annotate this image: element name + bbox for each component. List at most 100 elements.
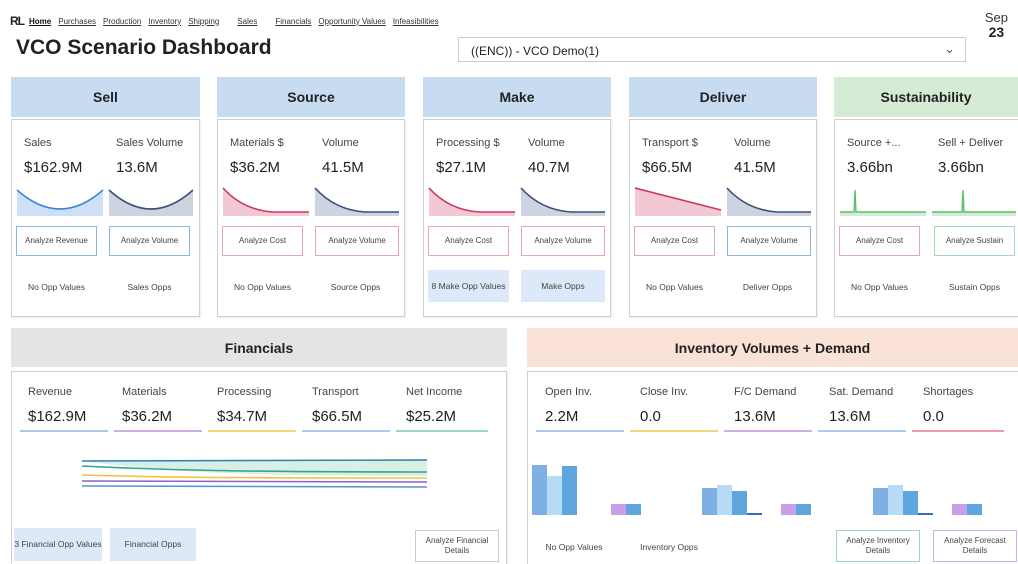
fin-revenue-value: $162.9M bbox=[28, 408, 87, 425]
date-month: Sep bbox=[984, 10, 1008, 25]
sales-label: Sales bbox=[24, 137, 52, 149]
analyze-volume-button[interactable]: Analyze Volume bbox=[727, 226, 811, 256]
make-volume-label: Volume bbox=[528, 137, 565, 149]
inventory-header: Inventory Volumes + Demand bbox=[527, 328, 1018, 367]
sustain-opp-values[interactable]: No Opp Values bbox=[839, 272, 920, 302]
nav-infeasibilities[interactable]: Infeasibilities bbox=[393, 17, 439, 26]
source-opp-values[interactable]: No Opp Values bbox=[222, 272, 303, 302]
sales-opps-button[interactable]: Sales Opps bbox=[109, 272, 190, 302]
nav-sales[interactable]: Sales bbox=[237, 17, 257, 26]
inventory-opp-values[interactable]: No Opp Values bbox=[530, 532, 618, 562]
inv-close-label: Close Inv. bbox=[640, 386, 689, 398]
make-opps-button[interactable]: Make Opps bbox=[521, 270, 605, 302]
analyze-volume-button[interactable]: Analyze Volume bbox=[521, 226, 605, 256]
analyze-forecast-details-button[interactable]: Analyze Forecast Details bbox=[933, 530, 1017, 562]
nav-inventory[interactable]: Inventory bbox=[148, 17, 181, 26]
source-header: Source bbox=[217, 77, 405, 117]
sell-opp-values[interactable]: No Opp Values bbox=[16, 272, 97, 302]
materials-sparkline bbox=[222, 187, 309, 216]
date-day: 23 bbox=[988, 24, 1005, 40]
sustain-opps-button[interactable]: Sustain Opps bbox=[934, 272, 1015, 302]
fin-net-income-label: Net Income bbox=[406, 386, 463, 398]
financial-opp-values-button[interactable]: 3 Financial Opp Values bbox=[14, 528, 102, 561]
date-display: Sep 23 bbox=[985, 10, 1008, 40]
deliver-header: Deliver bbox=[629, 77, 817, 117]
make-panel: Processing $ $27.1M Volume 40.7M Analyze… bbox=[423, 119, 611, 317]
make-volume-sparkline bbox=[520, 187, 605, 216]
financials-trend-chart bbox=[81, 459, 428, 488]
analyze-volume-button[interactable]: Analyze Volume bbox=[315, 226, 399, 256]
sustain-source-sparkline bbox=[840, 189, 926, 216]
analyze-sustain-button[interactable]: Analyze Sustain bbox=[934, 226, 1015, 256]
nav-shipping[interactable]: Shipping bbox=[188, 17, 219, 26]
sustain-source-label: Source +... bbox=[847, 137, 901, 149]
materials-value: $36.2M bbox=[230, 159, 281, 176]
make-volume-value: 40.7M bbox=[528, 159, 570, 176]
sales-volume-label: Sales Volume bbox=[116, 137, 184, 149]
sell-header: Sell bbox=[11, 77, 200, 117]
deliver-opp-values[interactable]: No Opp Values bbox=[634, 272, 715, 302]
inv-fc-demand-label: F/C Demand bbox=[734, 386, 797, 398]
volume-sparkline bbox=[108, 189, 194, 216]
transport-value: $66.5M bbox=[642, 159, 693, 176]
inv-sat-demand-value: 13.6M bbox=[829, 408, 871, 425]
source-volume-value: 41.5M bbox=[322, 159, 364, 176]
processing-sparkline bbox=[428, 187, 515, 216]
inv-sat-demand-underline bbox=[818, 430, 906, 432]
analyze-cost-button[interactable]: Analyze Cost bbox=[222, 226, 303, 256]
nav-opportunity-values[interactable]: Opportunity Values bbox=[318, 17, 385, 26]
deliver-volume-sparkline bbox=[726, 187, 811, 216]
inv-fc-demand-value: 13.6M bbox=[734, 408, 776, 425]
sustain-sell-deliver-value: 3.66bn bbox=[938, 159, 984, 176]
inv-close-value: 0.0 bbox=[640, 408, 661, 425]
financial-opps-button[interactable]: Financial Opps bbox=[110, 528, 196, 561]
nav-home[interactable]: Home bbox=[29, 17, 51, 26]
inv-open-label: Open Inv. bbox=[545, 386, 592, 398]
analyze-cost-button[interactable]: Analyze Cost bbox=[839, 226, 920, 256]
transport-label: Transport $ bbox=[642, 137, 698, 149]
fin-net-income-value: $25.2M bbox=[406, 408, 457, 425]
fin-transport-underline bbox=[302, 430, 390, 432]
financials-panel: Revenue $162.9M Materials $36.2M Process… bbox=[11, 371, 507, 564]
inv-shortages-value: 0.0 bbox=[923, 408, 944, 425]
fin-transport-label: Transport bbox=[312, 386, 359, 398]
transport-sparkline bbox=[634, 187, 722, 216]
sell-panel: Sales $162.9M Sales Volume 13.6M Analyze… bbox=[11, 119, 200, 317]
materials-label: Materials $ bbox=[230, 137, 284, 149]
nav-production[interactable]: Production bbox=[103, 17, 141, 26]
financials-header: Financials bbox=[11, 328, 507, 367]
inv-close-underline bbox=[630, 430, 718, 432]
sustain-sell-deliver-label: Sell + Deliver bbox=[938, 137, 1004, 149]
source-volume-sparkline bbox=[314, 187, 399, 216]
source-volume-label: Volume bbox=[322, 137, 359, 149]
make-header: Make bbox=[423, 77, 611, 117]
inv-shortages-underline bbox=[912, 430, 1004, 432]
source-opps-button[interactable]: Source Opps bbox=[315, 272, 396, 302]
inventory-opps-button[interactable]: Inventory Opps bbox=[626, 532, 712, 562]
fin-processing-value: $34.7M bbox=[217, 408, 268, 425]
fin-materials-value: $36.2M bbox=[122, 408, 173, 425]
analyze-cost-button[interactable]: Analyze Cost bbox=[428, 226, 509, 256]
analyze-revenue-button[interactable]: Analyze Revenue bbox=[16, 226, 97, 256]
analyze-cost-button[interactable]: Analyze Cost bbox=[634, 226, 715, 256]
inv-fc-demand-underline bbox=[724, 430, 812, 432]
scenario-select[interactable]: ((ENC)) - VCO Demo(1) ⌄ bbox=[458, 37, 966, 62]
page-title: VCO Scenario Dashboard bbox=[16, 36, 272, 59]
inv-open-underline bbox=[536, 430, 624, 432]
nav-financials[interactable]: Financials bbox=[275, 17, 311, 26]
nav-purchases[interactable]: Purchases bbox=[58, 17, 96, 26]
inv-open-value: 2.2M bbox=[545, 408, 579, 425]
fin-materials-label: Materials bbox=[122, 386, 167, 398]
analyze-financial-details-button[interactable]: Analyze Financial Details bbox=[415, 530, 499, 562]
scenario-select-value: ((ENC)) - VCO Demo(1) bbox=[471, 44, 599, 58]
make-opp-values-button[interactable]: 8 Make Opp Values bbox=[428, 270, 509, 302]
deliver-opps-button[interactable]: Deliver Opps bbox=[727, 272, 808, 302]
processing-value: $27.1M bbox=[436, 159, 487, 176]
app-logo: RL bbox=[10, 14, 25, 28]
chevron-down-icon[interactable]: ⌄ bbox=[944, 41, 955, 57]
sustain-sell-sparkline bbox=[932, 189, 1016, 216]
sustainability-header: Sustainability bbox=[834, 77, 1018, 117]
analyze-volume-button[interactable]: Analyze Volume bbox=[109, 226, 190, 256]
sales-sparkline bbox=[16, 189, 104, 216]
analyze-inventory-details-button[interactable]: Analyze Inventory Details bbox=[836, 530, 920, 562]
